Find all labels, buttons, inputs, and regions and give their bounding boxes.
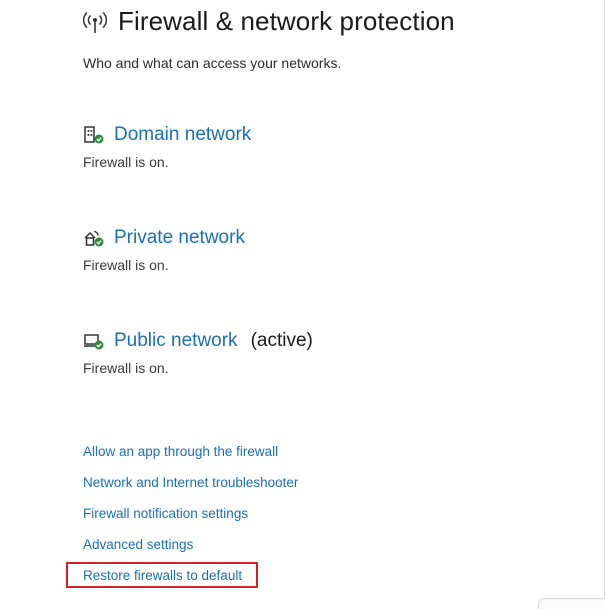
notification-settings-link[interactable]: Firewall notification settings [83,505,298,536]
public-network-icon [84,334,104,350]
firewall-links-list: Allow an app through the firewall Networ… [83,443,298,598]
restore-defaults-link[interactable]: Restore firewalls to default [83,567,298,598]
private-network-status: Firewall is on. [83,257,169,273]
troubleshooter-link[interactable]: Network and Internet troubleshooter [83,474,298,505]
page-header: Firewall & network protection [82,6,455,37]
public-network-link[interactable]: Public network [114,330,238,352]
allow-app-link[interactable]: Allow an app through the firewall [83,443,298,474]
private-network-section: Private network Firewall is on. [83,227,245,273]
corner-artifact [538,598,605,609]
private-network-icon [84,230,104,247]
antenna-icon [82,11,108,33]
domain-network-link[interactable]: Domain network [114,124,251,146]
public-network-section: Public network (active) Firewall is on. [83,330,313,376]
active-network-label: (active) [250,330,313,351]
page-subtitle: Who and what can access your networks. [83,55,342,71]
domain-network-status: Firewall is on. [83,154,169,170]
public-network-status: Firewall is on. [83,360,169,376]
domain-network-icon [84,126,104,144]
page-title: Firewall & network protection [118,6,455,36]
advanced-settings-link[interactable]: Advanced settings [83,536,298,567]
private-network-link[interactable]: Private network [114,227,245,249]
domain-network-section: Domain network Firewall is on. [83,124,251,170]
